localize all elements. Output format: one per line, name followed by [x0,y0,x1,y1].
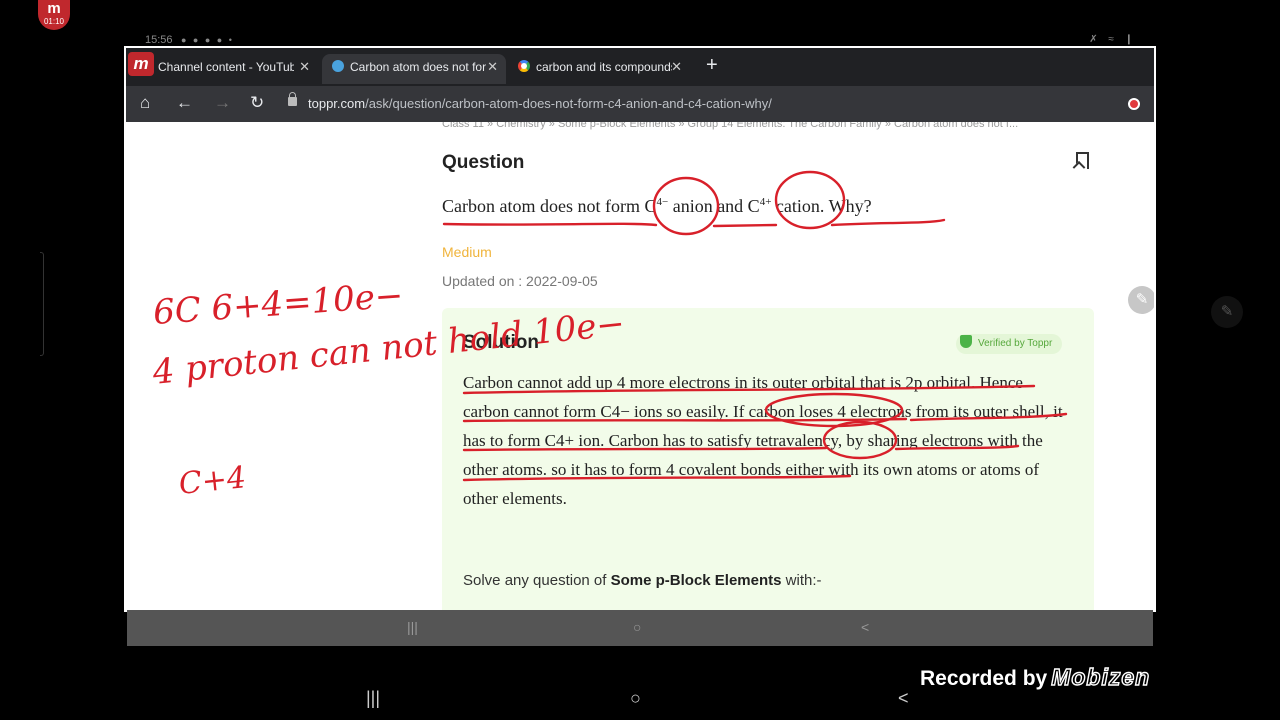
status-bar: 15:56 ● ● ● ● • ✗ ≈ ❙ [145,34,1145,46]
lock-icon[interactable] [288,92,297,106]
new-tab-button[interactable]: + [706,54,718,77]
recents-icon[interactable]: ||| [366,688,380,709]
forward-arrow-icon[interactable]: → [214,94,231,112]
breadcrumb[interactable]: Class 11 » Chemistry » Some p-Block Elem… [442,122,1086,131]
url-host: toppr.com [308,96,366,111]
recents-icon[interactable]: ||| [407,619,418,635]
home-circle-icon[interactable]: ○ [630,688,641,709]
home-icon[interactable]: ⌂ [140,94,150,112]
tab-strip: m Channel content - YouTube ✕ Carbon ato… [126,48,1154,86]
updated-date: Updated on : 2022-09-05 [442,273,598,289]
question-text: Carbon atom does not form C4− anion and … [442,196,872,217]
verified-badge: Verified by Toppr [956,334,1063,354]
inner-navigation-bar: ||| ○ < [127,610,1153,646]
address-bar[interactable]: toppr.com/ask/question/carbon-atom-does-… [278,90,1118,118]
recorder-badge[interactable]: m 01:10 [38,0,70,30]
system-status-icons: ✗ ≈ ❙ [1089,34,1137,45]
solve-suffix: with:- [781,572,822,589]
url-text[interactable]: toppr.com/ask/question/carbon-atom-does-… [308,96,772,111]
reload-icon[interactable]: ↻ [250,94,264,112]
tab-label: carbon and its compounds [536,60,672,74]
extension-record-icon[interactable] [1128,98,1140,110]
browser-window: m Channel content - YouTube ✕ Carbon ato… [124,46,1156,612]
watermark-prefix: Recorded by [920,667,1048,690]
tab-label: Carbon atom does not form [350,60,486,74]
edit-pencil-icon[interactable]: ✎ [1211,296,1243,328]
solution-heading: Solution [463,332,539,353]
question-heading: Question [442,152,525,173]
screen-recording: m 01:10 15:56 ● ● ● ● • ✗ ≈ ❙ m Channel … [0,0,1280,720]
solve-any-line: Solve any question of Some p-Block Eleme… [463,572,822,589]
back-arrow-icon[interactable]: ← [176,94,193,112]
verified-label: Verified by Toppr [978,338,1053,349]
question-sup: 4− [656,196,669,208]
toppr-favicon-icon [332,60,344,72]
tab-google[interactable]: carbon and its compounds ✕ [508,54,690,84]
browser-toolbar: ⌂ ← → ↻ toppr.com/ask/question/carbon-at… [126,86,1154,122]
solution-panel: Solution Verified by Toppr Carbon cannot… [442,308,1094,610]
close-icon[interactable]: ✕ [487,54,498,80]
tab-toppr[interactable]: Carbon atom does not form ✕ [322,54,506,84]
url-path: /ask/question/carbon-atom-does-not-form-… [365,96,772,111]
question-sup: 4+ [759,196,772,208]
difficulty-label: Medium [442,244,492,260]
page-content: Class 11 » Chemistry » Some p-Block Elem… [126,122,1154,610]
google-favicon-icon [518,60,530,72]
question-part: Carbon atom does not form C [442,196,657,216]
back-chevron-icon[interactable]: < [861,619,869,635]
close-icon[interactable]: ✕ [299,54,310,80]
mobizen-logo: Mobizen [1051,663,1151,690]
solve-prefix: Solve any question of [463,572,611,589]
edit-pencil-icon[interactable]: ✎ [1128,286,1154,314]
recorder-logo: m [47,0,61,17]
bookmark-icon[interactable] [1076,152,1089,169]
solution-text: Carbon cannot add up 4 more electrons in… [463,373,1063,508]
recorder-watermark: Recorded by Mobizen [920,663,1151,691]
solve-topic-link[interactable]: Some p-Block Elements [611,572,782,589]
status-time: 15:56 [145,34,173,46]
notification-icons: ● ● ● ● • [181,35,234,45]
question-part: anion and C [668,196,760,216]
tab-label: Channel content - YouTube [158,60,294,74]
shield-icon [960,335,972,348]
close-icon[interactable]: ✕ [671,54,682,80]
home-circle-icon[interactable]: ○ [633,619,641,635]
edge-panel-handle[interactable] [40,252,44,356]
recorder-timer: 01:10 [43,17,65,26]
back-chevron-icon[interactable]: < [898,688,909,709]
question-part: cation. Why? [771,196,872,216]
tab-youtube[interactable]: Channel content - YouTube ✕ [148,54,318,84]
